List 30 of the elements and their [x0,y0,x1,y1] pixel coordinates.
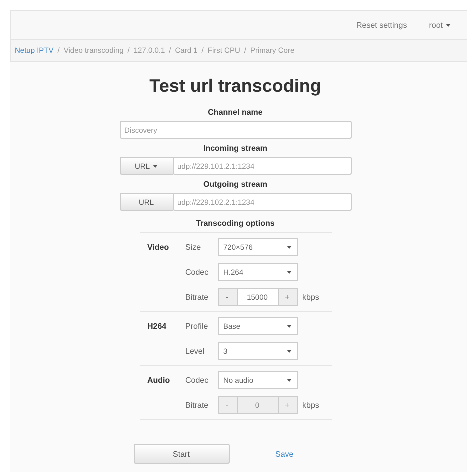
start-button[interactable]: Start [134,444,230,464]
option-label: Profile [184,322,210,330]
option-label: Level [184,346,206,356]
option-label: Bitrate [184,292,210,302]
caret-icon [286,270,292,274]
caret-icon [286,324,292,328]
option-label: Size [184,242,202,252]
user-menu[interactable]: root [429,20,451,30]
section-name: Audio [146,376,172,384]
unit-label: kbps [302,292,320,302]
option-label: Codec [184,268,210,276]
section-name: H264 [146,322,168,330]
caret-icon [286,350,292,352]
caret-icon [286,246,292,248]
save-link[interactable]: Save [276,450,294,458]
reset-settings-link[interactable]: Reset settings [356,20,408,30]
decrement-button[interactable]: - [218,288,238,306]
caret-icon [446,24,451,26]
page-title: Test url transcoding [148,76,322,97]
section-heading: Transcoding options [195,219,276,228]
increment-button[interactable]: + [278,288,298,306]
field-label: Incoming stream [202,144,268,153]
field-label: Outgoing stream [202,180,268,189]
option-label: Codec [184,376,210,384]
caret-icon [286,378,292,382]
unit-label: kbps [302,400,320,410]
option-label: Bitrate [184,400,210,410]
caret-icon [153,164,158,168]
field-label: Channel name [207,108,264,117]
section-name: Video [146,242,170,252]
